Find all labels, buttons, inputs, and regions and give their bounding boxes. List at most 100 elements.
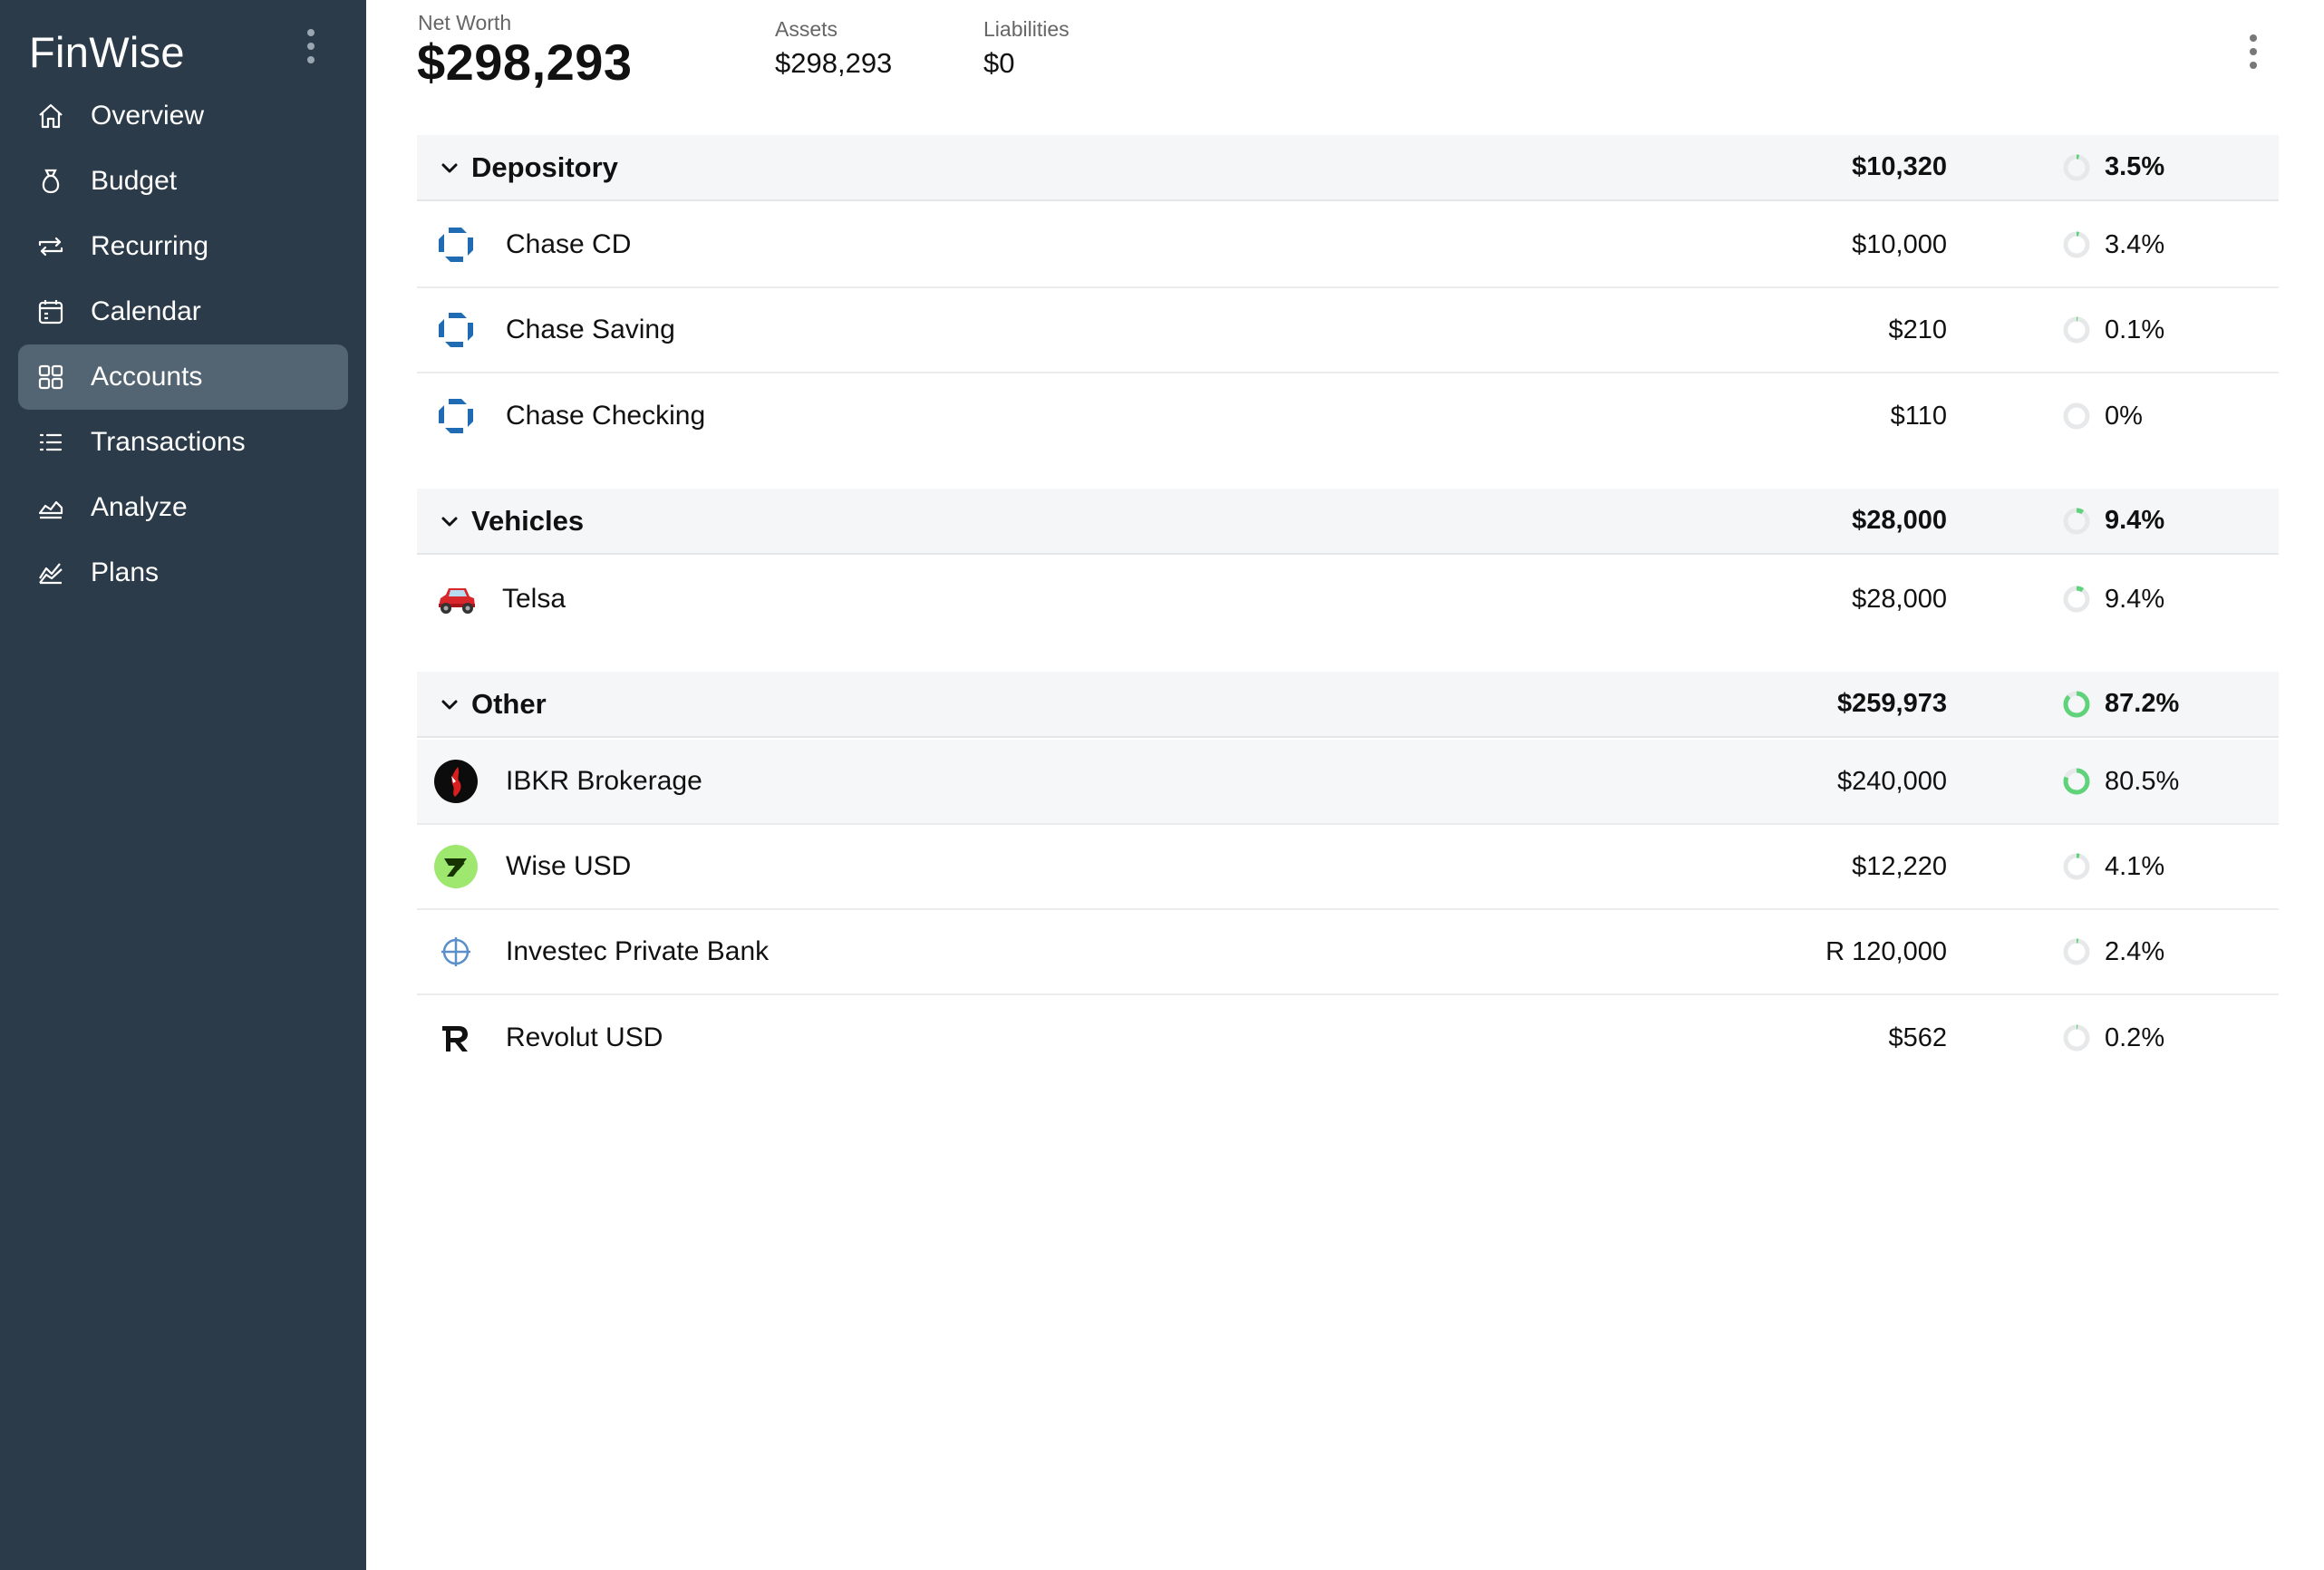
- main-content: Net Worth $298,293 Assets $298,293 Liabi…: [366, 0, 2324, 1570]
- share-ring-icon: [2061, 1022, 2092, 1053]
- investec-logo-icon: [433, 929, 479, 974]
- assets-value: $298,293: [775, 47, 893, 79]
- account-amount: $210: [1888, 315, 1947, 344]
- revolut-logo-icon: [433, 1015, 479, 1061]
- group-name: Depository: [471, 150, 618, 183]
- chase-logo-icon: [433, 307, 479, 353]
- sidebar-item-label: Recurring: [91, 231, 209, 261]
- sidebar-more-icon[interactable]: [303, 29, 319, 69]
- share-ring-icon: [2061, 401, 2092, 431]
- account-percent: 0%: [2105, 401, 2143, 431]
- area-chart-icon: [36, 493, 65, 522]
- list-icon: [36, 428, 65, 457]
- money-bag-icon: [36, 167, 65, 196]
- share-ring-icon: [2061, 851, 2092, 882]
- sidebar-item-label: Accounts: [91, 362, 203, 392]
- sidebar-item-label: Overview: [91, 101, 205, 131]
- account-name: Wise USD: [506, 851, 632, 881]
- more-options-icon[interactable]: [2246, 34, 2261, 74]
- account-amount: $562: [1888, 1022, 1947, 1052]
- share-ring-icon: [2061, 315, 2092, 345]
- sidebar-nav: Overview Budget Recurring Calendar Accou…: [18, 83, 348, 606]
- account-amount: $110: [1890, 401, 1947, 431]
- group-percent: 87.2%: [2105, 689, 2180, 718]
- chevron-down-icon: [441, 517, 458, 527]
- account-name: Telsa: [502, 584, 566, 614]
- group-header-depository[interactable]: Depository $10,320 3.5%: [417, 135, 2279, 201]
- repeat-icon: [36, 232, 65, 261]
- sidebar-item-label: Calendar: [91, 296, 201, 326]
- car-emoji-icon: [433, 577, 479, 622]
- sidebar: FinWise Overview Budget Recurring Calend…: [0, 0, 366, 1570]
- sidebar-item-label: Budget: [91, 166, 178, 196]
- account-name: Revolut USD: [506, 1022, 663, 1052]
- assets-label: Assets: [775, 17, 838, 41]
- group-amount: $259,973: [1837, 689, 1947, 718]
- account-percent: 0.2%: [2105, 1022, 2165, 1052]
- sidebar-item-accounts[interactable]: Accounts: [18, 344, 348, 410]
- share-ring-icon: [2061, 506, 2092, 537]
- liabilities-label: Liabilities: [983, 17, 1070, 41]
- calendar-icon: [36, 297, 65, 326]
- account-percent: 80.5%: [2105, 766, 2180, 796]
- sidebar-item-analyze[interactable]: Analyze: [18, 475, 348, 540]
- chevron-down-icon: [441, 700, 458, 710]
- account-row[interactable]: Wise USD $12,220 4.1%: [417, 825, 2279, 910]
- account-amount: $12,220: [1852, 851, 1947, 881]
- sidebar-item-label: Plans: [91, 557, 160, 587]
- liabilities-value: $0: [983, 47, 1015, 79]
- group-percent: 9.4%: [2105, 506, 2165, 535]
- sidebar-item-label: Transactions: [91, 427, 246, 457]
- net-worth-value: $298,293: [417, 34, 633, 91]
- group-name: Other: [471, 687, 547, 720]
- grid-icon: [36, 363, 65, 392]
- account-name: Chase Saving: [506, 315, 675, 344]
- account-percent: 4.1%: [2105, 851, 2165, 881]
- sidebar-item-calendar[interactable]: Calendar: [18, 279, 348, 344]
- account-name: Chase CD: [506, 229, 632, 259]
- chevron-down-icon: [441, 163, 458, 173]
- account-amount: $240,000: [1837, 766, 1947, 796]
- sidebar-item-plans[interactable]: Plans: [18, 540, 348, 606]
- account-percent: 2.4%: [2105, 936, 2165, 966]
- app-title: FinWise: [29, 28, 185, 76]
- account-percent: 0.1%: [2105, 315, 2165, 344]
- sidebar-item-label: Analyze: [91, 492, 188, 522]
- sidebar-item-budget[interactable]: Budget: [18, 149, 348, 214]
- trend-chart-icon: [36, 558, 65, 587]
- account-name: Investec Private Bank: [506, 936, 770, 966]
- account-amount: $10,000: [1852, 229, 1947, 259]
- account-row[interactable]: Chase Checking $110 0%: [417, 373, 2279, 459]
- account-row[interactable]: Chase CD $10,000 3.4%: [417, 203, 2279, 288]
- sidebar-item-overview[interactable]: Overview: [18, 83, 348, 149]
- sidebar-item-transactions[interactable]: Transactions: [18, 410, 348, 475]
- share-ring-icon: [2061, 584, 2092, 615]
- share-ring-icon: [2061, 766, 2092, 797]
- account-amount: $28,000: [1852, 584, 1947, 614]
- share-ring-icon: [2061, 689, 2092, 720]
- account-amount: R 120,000: [1825, 936, 1947, 966]
- wise-logo-icon: [433, 844, 479, 889]
- group-amount: $28,000: [1852, 506, 1947, 535]
- account-row[interactable]: IBKR Brokerage $240,000 80.5%: [417, 740, 2279, 825]
- account-percent: 9.4%: [2105, 584, 2165, 614]
- ibkr-logo-icon: [433, 759, 479, 804]
- group-header-other[interactable]: Other $259,973 87.2%: [417, 672, 2279, 738]
- account-row[interactable]: Telsa $28,000 9.4%: [417, 557, 2279, 642]
- account-name: IBKR Brokerage: [506, 766, 702, 796]
- share-ring-icon: [2061, 936, 2092, 967]
- sidebar-item-recurring[interactable]: Recurring: [18, 214, 348, 279]
- home-icon: [36, 102, 65, 131]
- group-percent: 3.5%: [2105, 152, 2165, 181]
- chase-logo-icon: [433, 393, 479, 439]
- account-name: Chase Checking: [506, 401, 706, 431]
- account-row[interactable]: Revolut USD $562 0.2%: [417, 995, 2279, 1081]
- group-header-vehicles[interactable]: Vehicles $28,000 9.4%: [417, 489, 2279, 555]
- account-row[interactable]: Chase Saving $210 0.1%: [417, 288, 2279, 373]
- share-ring-icon: [2061, 152, 2092, 183]
- chase-logo-icon: [433, 222, 479, 267]
- account-row[interactable]: Investec Private Bank R 120,000 2.4%: [417, 910, 2279, 995]
- account-percent: 3.4%: [2105, 229, 2165, 259]
- net-worth-label: Net Worth: [418, 11, 512, 34]
- group-amount: $10,320: [1852, 152, 1947, 181]
